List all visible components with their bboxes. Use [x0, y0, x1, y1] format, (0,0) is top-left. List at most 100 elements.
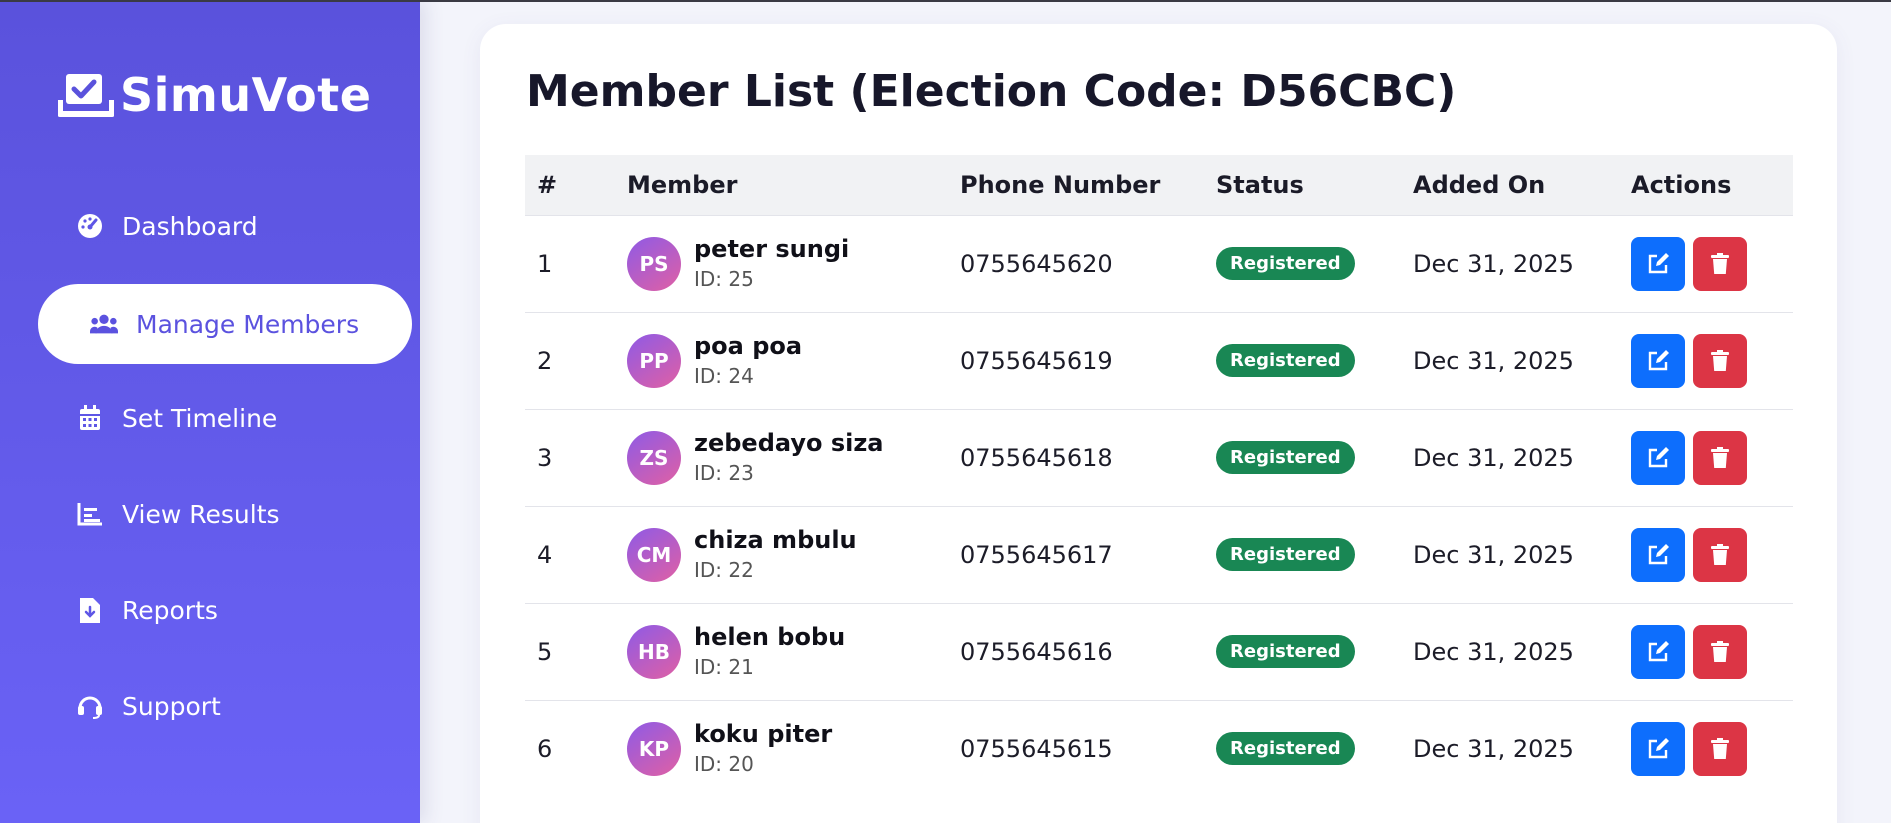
trash-icon — [1711, 543, 1729, 565]
member-name: poa poa — [694, 331, 803, 360]
sidebar-item-label: Dashboard — [122, 211, 258, 241]
member-cell: PP poa poa ID: 24 — [615, 312, 948, 409]
sidebar-item-label: View Results — [122, 499, 280, 529]
member-id: ID: 23 — [694, 460, 754, 485]
member-name: helen bobu — [694, 622, 846, 651]
member-id: ID: 20 — [694, 751, 754, 776]
actions-cell — [1619, 603, 1793, 700]
edit-icon — [1648, 252, 1669, 273]
chart-icon — [76, 500, 104, 528]
status-badge: Registered — [1216, 441, 1355, 474]
delete-button[interactable] — [1693, 333, 1747, 388]
delete-button[interactable] — [1693, 236, 1747, 291]
check-box-icon — [58, 74, 114, 117]
delete-button[interactable] — [1693, 527, 1747, 582]
delete-button[interactable] — [1693, 430, 1747, 485]
member-name: zebedayo siza — [694, 428, 884, 457]
sidebar-item-reports[interactable]: Reports — [38, 570, 414, 650]
member-cell: CM chiza mbulu ID: 22 — [615, 506, 948, 603]
added-on-date: Dec 31, 2025 — [1413, 443, 1574, 472]
brand-name: SimuVote — [120, 68, 372, 122]
trash-icon — [1711, 737, 1729, 759]
status-cell: Registered — [1204, 506, 1401, 603]
status-badge: Registered — [1216, 344, 1355, 377]
calendar-icon — [76, 404, 104, 432]
added-on-date: Dec 31, 2025 — [1413, 346, 1574, 375]
avatar: PP — [627, 333, 681, 388]
edit-button[interactable] — [1631, 624, 1685, 679]
delete-button[interactable] — [1693, 624, 1747, 679]
status-cell: Registered — [1204, 215, 1401, 312]
status-cell: Registered — [1204, 409, 1401, 506]
sidebar-item-support[interactable]: Support — [38, 666, 414, 746]
delete-button[interactable] — [1693, 721, 1747, 776]
added-on-date: Dec 31, 2025 — [1413, 637, 1574, 666]
sidebar-item-label: Set Timeline — [122, 403, 278, 433]
row-number: 4 — [537, 540, 553, 569]
column-header-actions: Actions — [1631, 170, 1732, 199]
avatar: CM — [627, 527, 681, 582]
actions-cell — [1619, 700, 1793, 797]
member-name: peter sungi — [694, 234, 850, 263]
member-id: ID: 21 — [694, 654, 754, 679]
file-download-icon — [76, 596, 104, 624]
status-badge: Registered — [1216, 635, 1355, 668]
status-cell: Registered — [1204, 700, 1401, 797]
edit-button[interactable] — [1631, 430, 1685, 485]
member-cell: KP koku piter ID: 20 — [615, 700, 948, 797]
column-header-number: # — [537, 170, 558, 199]
column-header-phone: Phone Number — [960, 170, 1161, 199]
table-row: 1 PS peter sungi ID: 25 0755645620 Regis… — [525, 215, 1793, 312]
sidebar-item-label: Reports — [122, 595, 218, 625]
phone-number: 0755645620 — [960, 249, 1113, 278]
edit-icon — [1648, 543, 1669, 564]
edit-button[interactable] — [1631, 236, 1685, 291]
actions-cell — [1619, 506, 1793, 603]
headset-icon — [76, 692, 104, 720]
brand-logo[interactable]: SimuVote — [58, 68, 371, 122]
column-header-added-on: Added On — [1413, 170, 1546, 199]
avatar: KP — [627, 721, 681, 776]
sidebar: SimuVote Dashboard Manage Members Set Ti… — [0, 0, 420, 823]
table-row: 6 KP koku piter ID: 20 0755645615 Regist… — [525, 700, 1793, 797]
phone-number: 0755645615 — [960, 734, 1113, 763]
edit-button[interactable] — [1631, 333, 1685, 388]
row-number: 5 — [537, 637, 553, 666]
sidebar-item-dashboard[interactable]: Dashboard — [38, 186, 414, 266]
avatar: PS — [627, 236, 681, 291]
phone-number: 0755645617 — [960, 540, 1113, 569]
member-cell: ZS zebedayo siza ID: 23 — [615, 409, 948, 506]
phone-number: 0755645616 — [960, 637, 1113, 666]
member-cell: PS peter sungi ID: 25 — [615, 215, 948, 312]
gauge-icon — [76, 212, 104, 240]
member-name: koku piter — [694, 719, 833, 748]
row-number: 2 — [537, 346, 553, 375]
avatar: HB — [627, 624, 681, 679]
trash-icon — [1711, 252, 1729, 274]
status-cell: Registered — [1204, 312, 1401, 409]
actions-cell — [1619, 215, 1793, 312]
sidebar-item-label: Support — [122, 691, 221, 721]
status-badge: Registered — [1216, 247, 1355, 280]
actions-cell — [1619, 312, 1793, 409]
member-cell: HB helen bobu ID: 21 — [615, 603, 948, 700]
member-id: ID: 22 — [694, 557, 754, 582]
edit-icon — [1648, 446, 1669, 467]
phone-number: 0755645619 — [960, 346, 1113, 375]
window-top-border — [0, 0, 1891, 2]
member-name: chiza mbulu — [694, 525, 857, 554]
row-number: 1 — [537, 249, 553, 278]
edit-icon — [1648, 349, 1669, 370]
status-cell: Registered — [1204, 603, 1401, 700]
sidebar-item-view-results[interactable]: View Results — [38, 474, 414, 554]
edit-icon — [1648, 737, 1669, 758]
member-id: ID: 25 — [694, 266, 754, 291]
row-number: 6 — [537, 734, 553, 763]
sidebar-item-set-timeline[interactable]: Set Timeline — [38, 378, 414, 458]
trash-icon — [1711, 349, 1729, 371]
page-title: Member List (Election Code: D56CBC) — [526, 66, 1457, 117]
edit-button[interactable] — [1631, 527, 1685, 582]
status-badge: Registered — [1216, 732, 1355, 766]
sidebar-item-manage-members[interactable]: Manage Members — [38, 284, 412, 364]
edit-button[interactable] — [1631, 721, 1685, 776]
